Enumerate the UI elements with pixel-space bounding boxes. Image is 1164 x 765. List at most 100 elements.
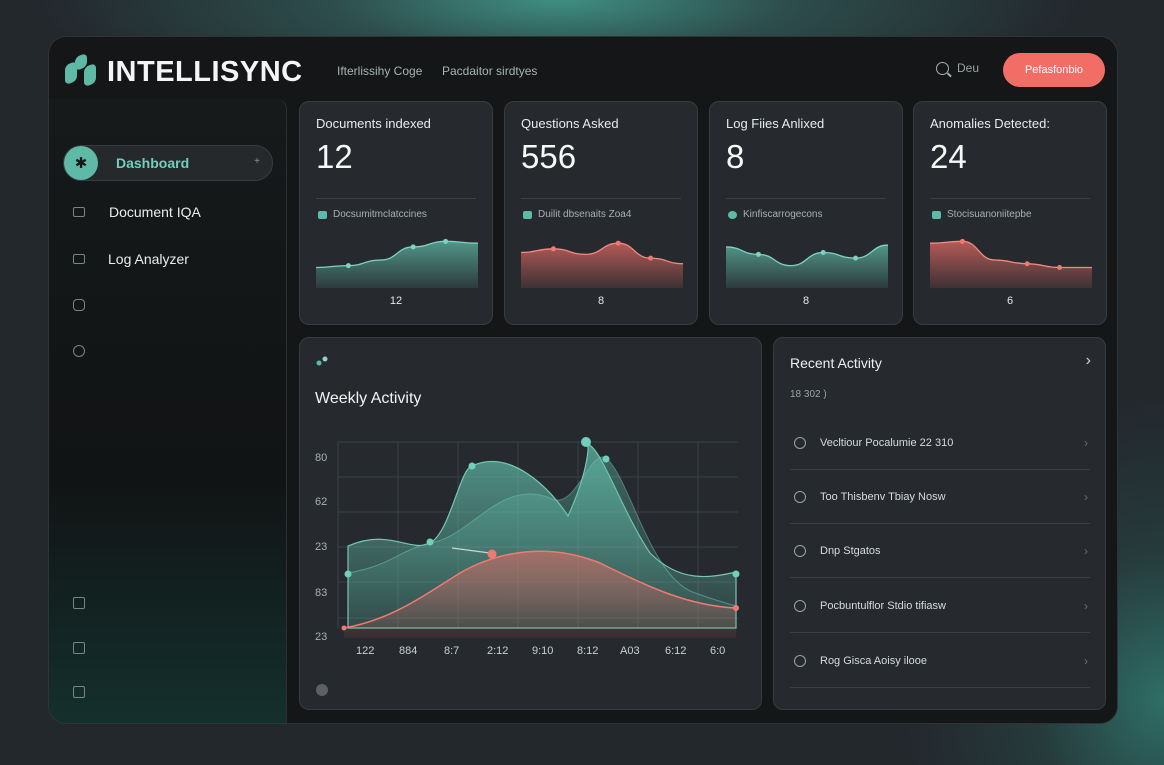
search-button[interactable]: Deu bbox=[936, 61, 979, 75]
divider bbox=[930, 198, 1090, 199]
stat-footer-value: 8 bbox=[597, 295, 605, 307]
nav-link-2[interactable]: Pacdaitor sirdtyes bbox=[442, 64, 537, 78]
chevron-right-icon[interactable]: › bbox=[261, 719, 266, 723]
comment-icon bbox=[794, 490, 806, 503]
stat-card-documents[interactable]: Documents indexed 12 Docsumitmclatccines… bbox=[299, 101, 493, 325]
sparkline-point bbox=[959, 238, 965, 244]
activity-row[interactable]: Rog Gisca Aoisy ilooe › bbox=[790, 634, 1090, 688]
top-bar: INTELLISYNC Ifterlissihy Coge Pacdaitor … bbox=[49, 37, 1117, 103]
folder-icon[interactable] bbox=[73, 686, 85, 698]
stat-subtitle-text: Kinfiscarrogecons bbox=[743, 209, 823, 220]
recent-activity-panel: Recent Activity › 18 302 ) Vecltiour Poc… bbox=[773, 337, 1106, 710]
settings-icon[interactable] bbox=[73, 299, 85, 311]
nav-link-1[interactable]: Ifterlissihy Coge bbox=[337, 64, 422, 78]
logo-mark-icon bbox=[63, 53, 97, 89]
sparkline-point bbox=[410, 244, 416, 250]
y-tick-label: 80 bbox=[315, 452, 327, 464]
stat-label: Questions Asked bbox=[521, 116, 619, 131]
expand-icon: + bbox=[254, 156, 260, 167]
sparkline-log-files bbox=[726, 244, 888, 288]
chevron-right-icon: › bbox=[1084, 489, 1088, 504]
weekly-activity-chart: 80 62 23 83 23 122 884 8:7 2:12 9:10 8:1… bbox=[315, 437, 740, 657]
sidebar-item-document-qa[interactable]: Document IQA bbox=[73, 204, 201, 220]
play-icon[interactable] bbox=[316, 684, 328, 696]
sparkline-point bbox=[550, 246, 556, 252]
search-label: Deu bbox=[957, 61, 980, 75]
data-point-alert bbox=[487, 549, 497, 559]
sparkline-point bbox=[1057, 264, 1063, 270]
stat-value: 12 bbox=[316, 138, 353, 175]
square-icon[interactable] bbox=[73, 597, 85, 609]
stat-footer-value: 8 bbox=[802, 295, 810, 307]
y-tick-label: 23 bbox=[315, 541, 327, 553]
primary-action-button[interactable]: Pefasfonbio bbox=[1003, 53, 1105, 87]
sidebar: ✱ Dashboard + Document IQA Log Analyzer … bbox=[49, 99, 287, 723]
weekly-activity-panel: Weekly Activity 80 62 23 83 23 122 884 8… bbox=[299, 337, 762, 710]
stat-card-anomalies[interactable]: Anomalies Detected: 24 Stocisuanoniitepb… bbox=[913, 101, 1107, 325]
activity-row[interactable]: Vecltiour Pocalumie 22 310 › bbox=[790, 416, 1090, 470]
stat-label: Log Fiies Anlixed bbox=[726, 116, 825, 131]
x-tick-label: 9:10 bbox=[532, 645, 553, 657]
comment-icon bbox=[794, 436, 806, 449]
sparkline-point bbox=[615, 240, 621, 246]
divider bbox=[521, 198, 681, 199]
brand-logo[interactable]: INTELLISYNC bbox=[63, 53, 303, 89]
x-tick-label: 884 bbox=[399, 645, 417, 657]
sparkline-area bbox=[930, 241, 1092, 288]
stat-card-questions[interactable]: Questions Asked 556 Duilit dbsenaits Zoa… bbox=[504, 101, 698, 325]
stat-subtitle: Docsumitmclatccines bbox=[318, 209, 427, 220]
comment-icon bbox=[794, 544, 806, 557]
x-tick-label: 2:12 bbox=[487, 645, 508, 657]
sidebar-item-dashboard[interactable]: ✱ Dashboard + bbox=[63, 145, 273, 181]
divider bbox=[316, 198, 476, 199]
data-point-highlight bbox=[581, 437, 591, 447]
data-point bbox=[732, 570, 740, 578]
sparkline-anomalies bbox=[930, 238, 1092, 288]
divider bbox=[726, 198, 886, 199]
x-tick-label: 6:0 bbox=[710, 645, 725, 657]
metric-icon bbox=[523, 210, 532, 219]
data-point bbox=[344, 570, 352, 578]
sidebar-item-label: Log Analyzer bbox=[108, 251, 189, 267]
brand-name: INTELLISYNC bbox=[107, 55, 303, 88]
x-tick-label: 122 bbox=[356, 645, 374, 657]
activity-row[interactable]: Dnp Stgatos › bbox=[790, 524, 1090, 578]
stat-subtitle: Duilit dbsenaits Zoa4 bbox=[523, 209, 631, 220]
app-window: INTELLISYNC Ifterlissihy Coge Pacdaitor … bbox=[48, 36, 1118, 724]
activity-text: Rog Gisca Aoisy ilooe bbox=[820, 654, 927, 667]
chevron-right-icon: › bbox=[1084, 598, 1088, 613]
chevron-right-icon[interactable]: › bbox=[1086, 352, 1091, 370]
sparkline-point bbox=[1024, 261, 1030, 267]
recent-date: 18 302 ) bbox=[790, 389, 827, 400]
y-tick-label: 83 bbox=[315, 587, 327, 599]
sparkle-icon: ✱ bbox=[64, 146, 98, 180]
refresh-icon[interactable] bbox=[73, 345, 85, 357]
stat-subtitle: Kinfiscarrogecons bbox=[728, 209, 822, 220]
stat-value: 24 bbox=[930, 138, 967, 175]
chevron-right-icon: › bbox=[1084, 653, 1088, 668]
metric-icon bbox=[728, 210, 737, 219]
export-icon[interactable] bbox=[73, 642, 85, 654]
document-icon bbox=[73, 207, 85, 217]
chevron-right-icon: › bbox=[1084, 435, 1088, 450]
activity-text: Too Thisbenv Tbiay Nosw bbox=[820, 490, 946, 503]
sparkline-point bbox=[755, 251, 761, 257]
y-tick-label: 62 bbox=[315, 496, 327, 508]
comment-icon bbox=[794, 654, 806, 667]
activity-row[interactable]: Too Thisbenv Tbiay Nosw › bbox=[790, 470, 1090, 524]
stat-label: Anomalies Detected: bbox=[930, 116, 1050, 131]
sparkline-point bbox=[648, 255, 654, 261]
sparkline-point bbox=[443, 238, 449, 244]
x-tick-label: 6:12 bbox=[665, 645, 686, 657]
sparkline-questions bbox=[521, 240, 683, 288]
log-icon bbox=[73, 254, 85, 264]
activity-row[interactable]: Pocbuntulflor Stdio tifiasw › bbox=[790, 579, 1090, 633]
sparkline-documents bbox=[316, 238, 478, 288]
sidebar-item-log-analyzer[interactable]: Log Analyzer bbox=[73, 251, 189, 267]
sparkline-area bbox=[316, 241, 478, 288]
stat-subtitle: Stocisuanoniitepbe bbox=[932, 209, 1032, 220]
stat-card-log-files[interactable]: Log Fiies Anlixed 8 Kinfiscarrogecons 8 bbox=[709, 101, 903, 325]
x-tick-label: A03 bbox=[620, 645, 640, 657]
y-tick-label: 23 bbox=[315, 631, 327, 643]
sidebar-item-label: Dashboard bbox=[116, 155, 190, 171]
